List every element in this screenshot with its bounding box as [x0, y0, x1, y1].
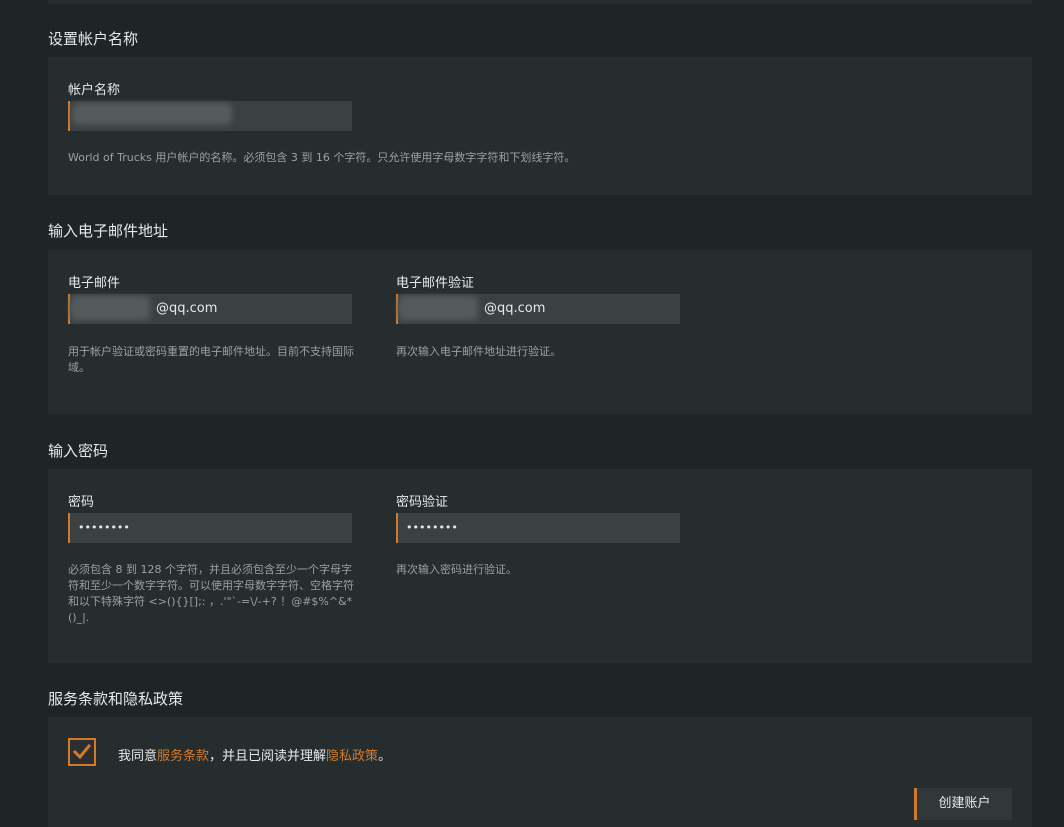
top-panel-edge	[48, 0, 1032, 4]
agree-checkbox[interactable]	[68, 738, 96, 766]
checkmark-icon	[73, 743, 91, 760]
agree-prefix: 我同意	[118, 749, 158, 764]
terms-panel	[48, 717, 1032, 827]
account-name-input[interactable]	[68, 101, 352, 131]
email-confirm-label: 电子邮件验证	[396, 276, 475, 291]
password-input[interactable]: ••••••••	[68, 513, 352, 543]
redacted-email-confirm-user	[398, 296, 478, 320]
agree-suffix: 。	[378, 749, 392, 764]
privacy-policy-link[interactable]: 隐私政策	[326, 749, 378, 764]
email-input[interactable]: @qq.com	[68, 294, 352, 324]
agree-text: 我同意服务条款，并且已阅读并理解隐私政策。	[118, 745, 391, 764]
password-label: 密码	[68, 495, 95, 510]
create-account-button[interactable]: 创建账户	[914, 788, 1012, 820]
email-confirm-domain-text: @qq.com	[484, 301, 546, 316]
password-confirm-label: 密码验证	[396, 495, 449, 510]
email-panel	[48, 250, 1032, 414]
agree-middle: ，并且已阅读并理解	[209, 749, 327, 764]
email-domain-text: @qq.com	[156, 301, 218, 316]
password-confirm-help: 再次输入密码进行验证。	[396, 563, 517, 576]
redacted-account-name	[72, 103, 232, 125]
account-name-help: World of Trucks 用户帐户的名称。必须包含 3 到 16 个字符。…	[68, 151, 576, 164]
terms-of-service-link[interactable]: 服务条款	[157, 749, 209, 764]
section-title-terms: 服务条款和隐私政策	[48, 690, 184, 708]
email-label: 电子邮件	[68, 276, 121, 291]
password-confirm-input[interactable]: ••••••••	[396, 513, 680, 543]
email-help: 用于帐户验证或密码重置的电子邮件地址。目前不支持国际域。	[68, 345, 354, 374]
password-confirm-masked-value: ••••••••	[406, 521, 458, 534]
account-name-label: 帐户名称	[68, 83, 121, 98]
section-title-account: 设置帐户名称	[48, 30, 139, 48]
section-title-email: 输入电子邮件地址	[48, 222, 169, 240]
section-title-password: 输入密码	[48, 442, 109, 460]
email-confirm-help: 再次输入电子邮件地址进行验证。	[396, 345, 561, 358]
password-masked-value: ••••••••	[78, 521, 130, 534]
email-confirm-input[interactable]: @qq.com	[396, 294, 680, 324]
redacted-email-user	[70, 296, 150, 320]
password-help: 必须包含 8 到 128 个字符，并且必须包含至少一个字母字符和至少一个数字字符…	[68, 563, 354, 624]
